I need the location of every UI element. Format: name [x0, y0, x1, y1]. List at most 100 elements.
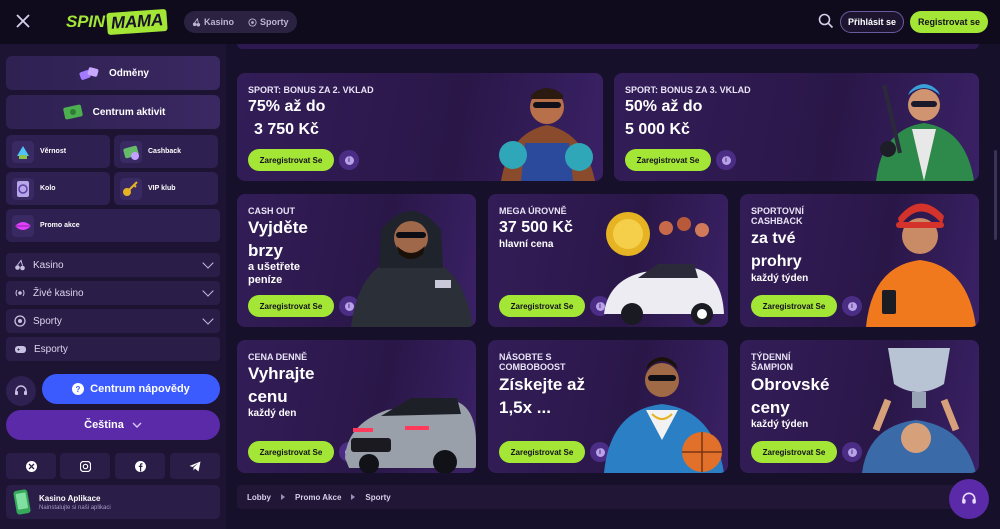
sidebar-item-live-casino[interactable]: Živé kasino: [6, 281, 220, 305]
headset-icon: [15, 385, 27, 395]
promo-card-daily-prize[interactable]: CENA DENNĚ Vyhrajte cenu každý den Zareg…: [237, 340, 476, 473]
promo-card-comboboost[interactable]: NÁSOBTE S COMBOBOOST Získejte až 1,5x ..…: [488, 340, 728, 473]
facebook-icon: [134, 460, 146, 472]
card-heading: NÁSOBTE S: [499, 352, 552, 362]
close-icon[interactable]: [14, 12, 32, 30]
x-icon: [25, 460, 37, 472]
card-heading: SPORT: BONUS ZA 2. VKLAD: [248, 85, 374, 95]
live-icon: [15, 289, 25, 297]
x-social-button[interactable]: [6, 453, 56, 479]
register-cta[interactable]: Zaregistrovat Se: [248, 295, 334, 317]
instagram-icon: [79, 460, 91, 472]
register-cta[interactable]: Zaregistrovat Se: [499, 441, 585, 463]
scrollbar[interactable]: [994, 150, 997, 240]
promo-card-mega-levels[interactable]: MEGA ÚROVNĚ 37 500 Kč hlavní cena Zaregi…: [488, 194, 728, 327]
info-button[interactable]: i: [842, 296, 862, 316]
search-icon[interactable]: [818, 13, 834, 29]
car-and-coin-illustration: [604, 212, 724, 325]
logo[interactable]: SPIN MAMA: [66, 8, 168, 36]
breadcrumb-separator-icon: [281, 494, 285, 500]
activity-center-label: Centrum aktivit: [92, 106, 166, 118]
register-cta[interactable]: Zaregistrovat Se: [248, 149, 334, 171]
logo-mama: MAMA: [106, 8, 168, 36]
facebook-button[interactable]: [115, 453, 165, 479]
sidebar-item-kasino[interactable]: Kasino: [6, 253, 220, 277]
gamepad-icon: [15, 346, 26, 353]
sidebar-item-sporty[interactable]: Sporty: [6, 309, 220, 333]
telegram-button[interactable]: [170, 453, 220, 479]
tile-vernost[interactable]: Věrnost: [6, 135, 110, 168]
boxer-illustration: [499, 88, 595, 181]
rewards-icon: [79, 67, 99, 80]
tile-vip[interactable]: VIP klub: [114, 172, 218, 205]
register-cta[interactable]: Zaregistrovat Se: [751, 295, 837, 317]
sidebar-item-esporty-label: Esporty: [34, 343, 68, 355]
card-heading-line2: CASHBACK: [751, 216, 803, 226]
activity-icon: [62, 104, 83, 120]
phone-icon: [13, 489, 31, 515]
headset-icon: [962, 492, 976, 504]
live-support-button[interactable]: [949, 479, 989, 519]
card-title-line2: brzy: [248, 241, 283, 260]
tile-cashback[interactable]: Cashback: [114, 135, 218, 168]
language-select[interactable]: Čeština: [6, 410, 220, 440]
promo-card-cash-out[interactable]: CASH OUT Vyjděte brzy a ušetřete peníze …: [237, 194, 476, 327]
telegram-icon: [189, 461, 201, 471]
support-button[interactable]: [6, 376, 36, 406]
tile-kolo[interactable]: Kolo: [6, 172, 110, 205]
ball-icon: [14, 315, 26, 327]
sidebar-item-kasino-label: Kasino: [33, 259, 64, 271]
info-button[interactable]: i: [716, 150, 736, 170]
breadcrumb-promo[interactable]: Promo Akce: [295, 493, 341, 502]
fighter-illustration: [351, 211, 473, 327]
promo-card-sport-cashback[interactable]: SPORTOVNÍ CASHBACK za tvé prohry každý t…: [740, 194, 979, 327]
nav-kasino-label: Kasino: [204, 17, 235, 27]
svg-text:?: ?: [76, 385, 81, 394]
card-title-line1: 37 500 Kč: [499, 219, 573, 236]
tile-promo[interactable]: Promo akce: [6, 209, 220, 242]
register-button[interactable]: Registrovat se: [910, 11, 988, 33]
tile-vip-label: VIP klub: [148, 185, 176, 192]
card-heading: CENA DENNĚ: [248, 352, 308, 362]
breadcrumb-lobby[interactable]: Lobby: [247, 493, 271, 502]
login-button[interactable]: Přihlásit se: [840, 11, 904, 33]
card-subtitle-line1: každý týden: [751, 273, 809, 284]
nav-kasino[interactable]: Kasino: [192, 17, 234, 27]
nav-sporty[interactable]: Sporty: [248, 17, 289, 27]
info-icon: i: [847, 447, 857, 457]
chevron-down-icon: [132, 422, 142, 428]
casino-app-banner[interactable]: Kasino Aplikace Nainstalujte si naši apl…: [6, 485, 220, 519]
register-cta[interactable]: Zaregistrovat Se: [625, 149, 711, 171]
tile-kolo-label: Kolo: [40, 185, 56, 192]
info-icon: i: [344, 155, 354, 165]
help-center-button[interactable]: ? Centrum nápovědy: [42, 374, 220, 404]
card-heading-line2: COMBOBOOST: [499, 362, 566, 372]
card-subtitle-line2: peníze: [248, 274, 283, 286]
question-icon: ?: [72, 383, 85, 395]
card-heading: TÝDENNÍ: [751, 352, 791, 362]
register-cta[interactable]: Zaregistrovat Se: [248, 441, 334, 463]
promotions-area: SPORT: BONUS ZA 2. VKLAD 75% až do 3 750…: [226, 44, 1000, 529]
card-subtitle-line1: a ušetřete: [248, 261, 300, 273]
language-label: Čeština: [84, 419, 124, 431]
register-cta[interactable]: Zaregistrovat Se: [751, 441, 837, 463]
card-title-line2: 5 000 Kč: [625, 121, 690, 138]
sidebar-item-esporty[interactable]: Esporty: [6, 337, 220, 361]
card-title-line1: Vyjděte: [248, 218, 308, 237]
chevron-down-icon: [202, 285, 214, 297]
register-cta[interactable]: Zaregistrovat Se: [499, 295, 585, 317]
sidebar-item-live-casino-label: Živé kasino: [33, 287, 84, 299]
rewards-button[interactable]: Odměny: [6, 56, 220, 90]
promo-card-sport-bonus-2[interactable]: SPORT: BONUS ZA 2. VKLAD 75% až do 3 750…: [237, 73, 603, 181]
breadcrumb-sporty[interactable]: Sporty: [365, 493, 390, 502]
info-button[interactable]: i: [339, 150, 359, 170]
vip-key-icon: [120, 177, 142, 200]
activity-center-button[interactable]: Centrum aktivit: [6, 95, 220, 129]
cherry-icon: [192, 17, 201, 27]
chevron-down-icon: [202, 313, 214, 325]
fan-with-phone-illustration: [866, 203, 976, 327]
promo-card-sport-bonus-3[interactable]: SPORT: BONUS ZA 3. VKLAD 50% až do 5 000…: [614, 73, 979, 181]
sidebar-item-sporty-label: Sporty: [33, 315, 62, 327]
promo-card-weekly-champion[interactable]: TÝDENNÍ ŠAMPION Obrovské ceny každý týde…: [740, 340, 979, 473]
instagram-button[interactable]: [60, 453, 110, 479]
